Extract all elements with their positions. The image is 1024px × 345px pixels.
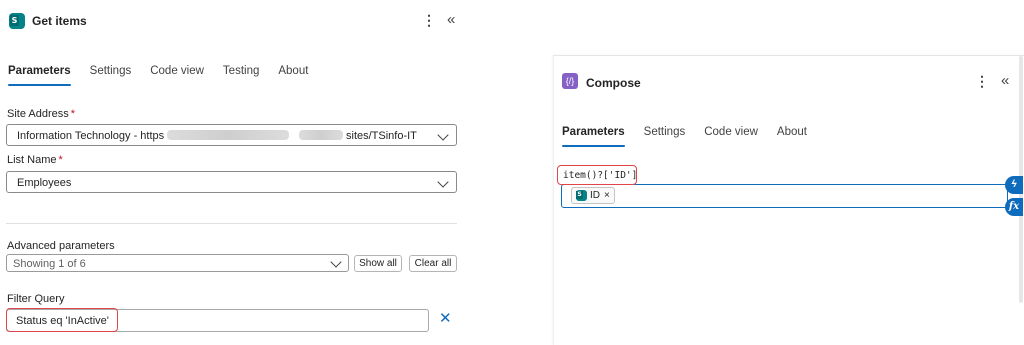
collapse-panel-icon[interactable]: « xyxy=(447,11,455,28)
tab-parameters[interactable]: Parameters xyxy=(562,126,625,147)
site-address-value-start: Information Technology - https xyxy=(17,130,165,142)
tab-code-view[interactable]: Code view xyxy=(704,126,758,138)
tab-settings[interactable]: Settings xyxy=(644,126,686,138)
list-name-label-text: List Name xyxy=(7,154,57,166)
chevron-down-icon xyxy=(330,256,342,268)
tab-code-view[interactable]: Code view xyxy=(150,65,204,77)
lightning-icon[interactable]: ϟ xyxy=(1005,176,1023,194)
dynamic-content-token[interactable]: ID × xyxy=(571,187,615,204)
show-all-button[interactable]: Show all xyxy=(354,255,402,272)
list-name-label: List Name * xyxy=(7,154,63,166)
site-address-dropdown[interactable]: Information Technology - https sites/TSi… xyxy=(6,124,457,146)
filter-query-label: Filter Query xyxy=(7,293,65,305)
list-name-dropdown[interactable]: Employees xyxy=(6,171,457,193)
tab-settings[interactable]: Settings xyxy=(90,65,132,77)
panel-title: Get items xyxy=(32,14,87,28)
sharepoint-icon xyxy=(576,190,587,201)
clear-filter-icon[interactable]: ✕ xyxy=(439,309,452,327)
advanced-parameters-value: Showing 1 of 6 xyxy=(13,258,86,270)
panel-tabs: Parameters Settings Code view Testing Ab… xyxy=(8,65,327,86)
compose-icon: {/} xyxy=(562,73,578,89)
filter-query-value: Status eq 'InActive' xyxy=(16,315,109,327)
collapse-panel-icon[interactable]: « xyxy=(1001,72,1009,89)
tab-parameters[interactable]: Parameters xyxy=(8,65,71,86)
required-mark: * xyxy=(70,108,76,120)
tab-testing[interactable]: Testing xyxy=(223,65,259,77)
advanced-parameters-select[interactable]: Showing 1 of 6 xyxy=(6,254,349,272)
token-label: ID xyxy=(590,190,600,201)
site-address-value-end: sites/TSinfo-IT xyxy=(346,130,417,142)
site-address-label-text: Site Address xyxy=(7,108,69,120)
more-options-icon[interactable]: ⋮ xyxy=(975,73,989,90)
clear-all-button[interactable]: Clear all xyxy=(409,255,457,272)
panel-tabs: Parameters Settings Code view About xyxy=(562,126,826,147)
section-divider xyxy=(6,223,457,224)
panel-title: Compose xyxy=(586,76,641,90)
site-address-label: Site Address * xyxy=(7,108,75,120)
required-mark: * xyxy=(58,154,63,166)
advanced-parameters-label: Advanced parameters xyxy=(7,240,115,252)
redacted-blur xyxy=(167,130,289,140)
redacted-blur xyxy=(299,130,343,140)
get-items-panel: Get items ⋮ « Parameters Settings Code v… xyxy=(0,0,475,344)
list-name-value: Employees xyxy=(17,177,72,189)
expression-text: item()?['ID'] xyxy=(563,170,638,181)
remove-token-icon[interactable]: × xyxy=(604,190,610,201)
chevron-down-icon xyxy=(437,129,449,141)
more-options-icon[interactable]: ⋮ xyxy=(422,12,436,29)
compose-panel: {/} Compose ⋮ « Parameters Settings Code… xyxy=(553,55,1024,345)
chevron-down-icon xyxy=(437,176,449,188)
expression-fx-icon[interactable]: fx xyxy=(1005,198,1023,216)
tab-about[interactable]: About xyxy=(777,126,807,138)
sharepoint-icon xyxy=(9,13,25,29)
tab-about[interactable]: About xyxy=(278,65,308,77)
inputs-field[interactable]: ID × xyxy=(561,184,1008,208)
